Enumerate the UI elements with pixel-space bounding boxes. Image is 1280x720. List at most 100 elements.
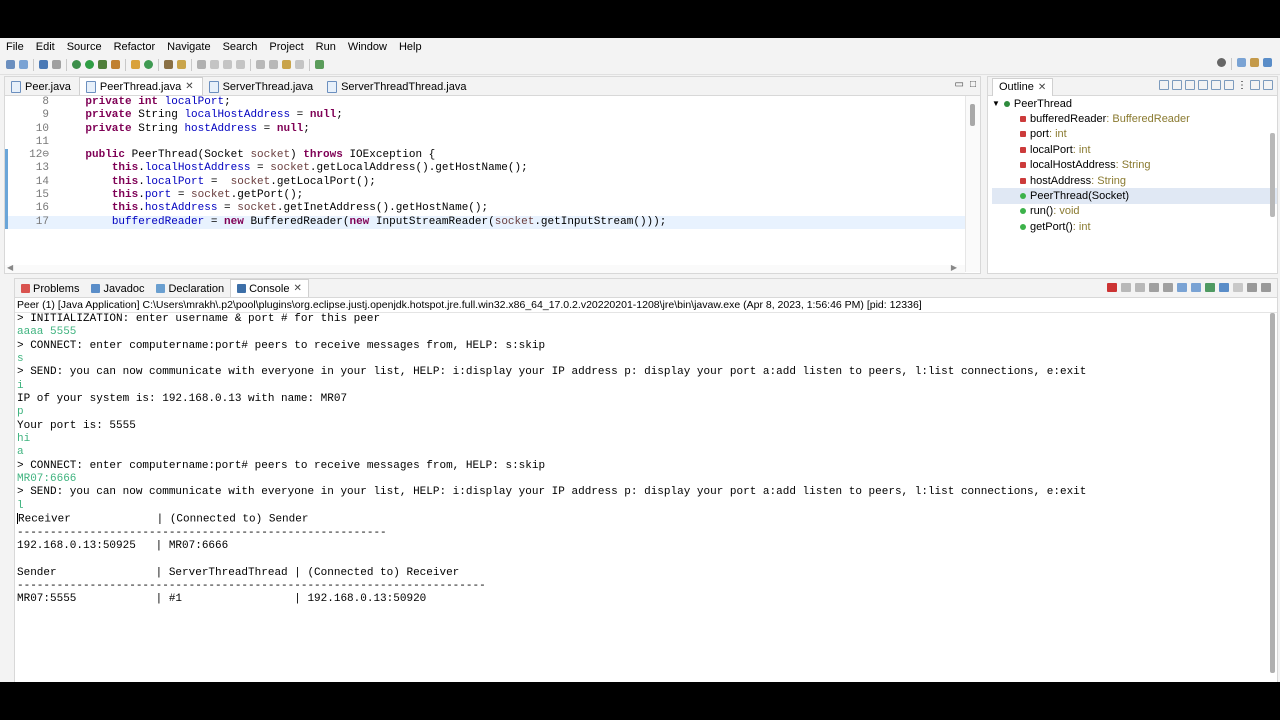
search-toolbar-icon[interactable] [177, 60, 186, 69]
outline-item[interactable]: PeerThread(Socket) [992, 188, 1277, 204]
view-menu-icon[interactable]: ⋮ [1237, 80, 1247, 91]
word-wrap-icon[interactable] [1163, 283, 1173, 292]
block-selection-icon[interactable] [223, 60, 232, 69]
maximize-icon[interactable] [1263, 80, 1273, 90]
editor-scroll-thumb[interactable] [970, 104, 975, 126]
new-java-project-icon[interactable] [131, 60, 140, 69]
save-all-icon[interactable] [39, 60, 48, 69]
code-line[interactable]: 17 bufferedReader = new BufferedReader(n… [5, 215, 965, 229]
tab-javadoc[interactable]: Javadoc [85, 280, 150, 297]
menu-item-refactor[interactable]: Refactor [108, 41, 162, 53]
editor-tab-peer[interactable]: Peer.java [5, 78, 79, 95]
show-whitespace-icon[interactable] [236, 60, 245, 69]
outline-item[interactable]: run() : void [992, 204, 1277, 219]
menu-item-help[interactable]: Help [393, 41, 428, 53]
menu-item-window[interactable]: Window [342, 41, 393, 53]
tab-problems[interactable]: Problems [15, 280, 85, 297]
editor-tab-peerthread[interactable]: PeerThread.java ✕ [78, 77, 203, 95]
outline-item[interactable]: hostAddress : String [992, 173, 1277, 188]
hide-fields-icon[interactable] [1185, 80, 1195, 90]
debug-icon[interactable] [72, 60, 81, 69]
terminate-icon[interactable] [1107, 283, 1117, 292]
outline-scrollbar[interactable] [1270, 133, 1275, 217]
code-line[interactable]: 15 this.port = socket.getPort(); [5, 189, 965, 203]
forward-icon[interactable] [295, 60, 304, 69]
back-icon[interactable] [282, 60, 291, 69]
sort-icon[interactable] [1172, 80, 1182, 90]
new-icon[interactable] [6, 60, 15, 69]
toggle-breadcrumb-icon[interactable] [197, 60, 206, 69]
open-perspective-icon[interactable] [1237, 58, 1246, 67]
remove-launch-icon[interactable] [1121, 283, 1131, 292]
scroll-lock-icon[interactable] [1149, 283, 1159, 292]
editor-vertical-scrollbar[interactable] [965, 96, 980, 272]
search-icon[interactable] [1217, 58, 1226, 67]
tab-outline[interactable]: Outline ✕ [992, 77, 1054, 96]
menu-item-project[interactable]: Project [263, 41, 309, 53]
close-icon[interactable]: ✕ [1038, 82, 1046, 93]
show-stdout-icon[interactable] [1177, 283, 1187, 292]
outline-item[interactable]: localPort : int [992, 142, 1277, 157]
menu-item-edit[interactable]: Edit [30, 41, 61, 53]
maximize-icon[interactable] [1261, 283, 1271, 292]
minimize-icon[interactable] [1247, 283, 1257, 292]
collapse-all-icon[interactable] [1159, 80, 1169, 90]
open-type-icon[interactable] [164, 60, 173, 69]
pin-editor-icon[interactable] [315, 60, 324, 69]
menu-item-search[interactable]: Search [217, 41, 264, 53]
java-perspective-icon[interactable] [1250, 58, 1259, 67]
editor-tab-serverthreadthread[interactable]: ServerThreadThread.java [321, 78, 474, 95]
hide-static-icon[interactable] [1198, 80, 1208, 90]
tab-console[interactable]: Console ✕ [230, 279, 309, 297]
menu-item-source[interactable]: Source [61, 41, 108, 53]
outline-item[interactable]: getPort() : int [992, 219, 1277, 234]
save-icon[interactable] [19, 60, 28, 69]
menu-item-run[interactable]: Run [310, 41, 342, 53]
menu-item-file[interactable]: File [0, 41, 30, 53]
new-class-icon[interactable] [144, 60, 153, 69]
code-line[interactable]: 11 [5, 136, 965, 149]
code-line[interactable]: 16 this.hostAddress = socket.getInetAddr… [5, 202, 965, 216]
remove-all-icon[interactable] [1135, 283, 1145, 292]
console-scrollbar[interactable] [1270, 313, 1275, 673]
external-tools-icon[interactable] [111, 60, 120, 69]
display-console-icon[interactable] [1219, 283, 1229, 292]
menu-item-navigate[interactable]: Navigate [161, 41, 216, 53]
code-line[interactable]: 8 private int localPort; [5, 96, 965, 109]
outline-item[interactable]: port : int [992, 127, 1277, 142]
code-line[interactable]: 10 private String hostAddress = null; [5, 123, 965, 136]
code-editor[interactable]: Peer.java PeerThread.java ✕ ServerThread.ja… [4, 76, 981, 274]
minimize-icon[interactable] [1250, 80, 1260, 90]
print-icon[interactable] [52, 60, 61, 69]
hide-nonpublic-icon[interactable] [1211, 80, 1221, 90]
code-area[interactable]: 8 private int localPort; 9 private String… [5, 96, 965, 263]
code-line[interactable]: 13 this.localHostAddress = socket.getLoc… [5, 162, 965, 176]
outline-root[interactable]: ▼ PeerThread [992, 96, 1277, 111]
hide-local-types-icon[interactable] [1224, 80, 1234, 90]
pin-console-icon[interactable] [1205, 283, 1215, 292]
debug-perspective-icon[interactable] [1263, 58, 1272, 67]
code-line[interactable]: 9 private String localHostAddress = null… [5, 109, 965, 122]
mark-occurrences-icon[interactable] [210, 60, 219, 69]
previous-annotation-icon[interactable] [269, 60, 278, 69]
next-annotation-icon[interactable] [256, 60, 265, 69]
close-icon[interactable]: ✕ [185, 81, 193, 92]
close-icon[interactable]: ✕ [293, 283, 301, 294]
maximize-icon[interactable]: □ [970, 79, 976, 90]
editor-tab-serverthread[interactable]: ServerThread.java [203, 78, 322, 95]
scroll-left-icon[interactable]: ◀ [7, 263, 13, 272]
scroll-right-icon[interactable]: ▶ [951, 263, 957, 272]
outline-item[interactable]: bufferedReader : BufferedReader [992, 111, 1277, 126]
chevron-down-icon[interactable]: ▼ [992, 99, 1000, 108]
code-line[interactable]: 14 this.localPort = socket.getLocalPort(… [5, 175, 965, 190]
tab-declaration[interactable]: Declaration [150, 280, 230, 297]
show-stderr-icon[interactable] [1191, 283, 1201, 292]
code-line[interactable]: 12⊖ public PeerThread(Socket socket) thr… [5, 149, 965, 163]
open-console-icon[interactable] [1233, 283, 1243, 292]
coverage-icon[interactable] [98, 60, 107, 69]
run-icon[interactable] [85, 60, 94, 69]
editor-horizontal-scrollbar[interactable]: ◀ ▶ [5, 263, 965, 273]
console-output[interactable]: > INITIALIZATION: enter username & port … [17, 313, 1261, 679]
minimize-icon[interactable]: ▭ [955, 79, 964, 90]
outline-item[interactable]: localHostAddress : String [992, 158, 1277, 173]
